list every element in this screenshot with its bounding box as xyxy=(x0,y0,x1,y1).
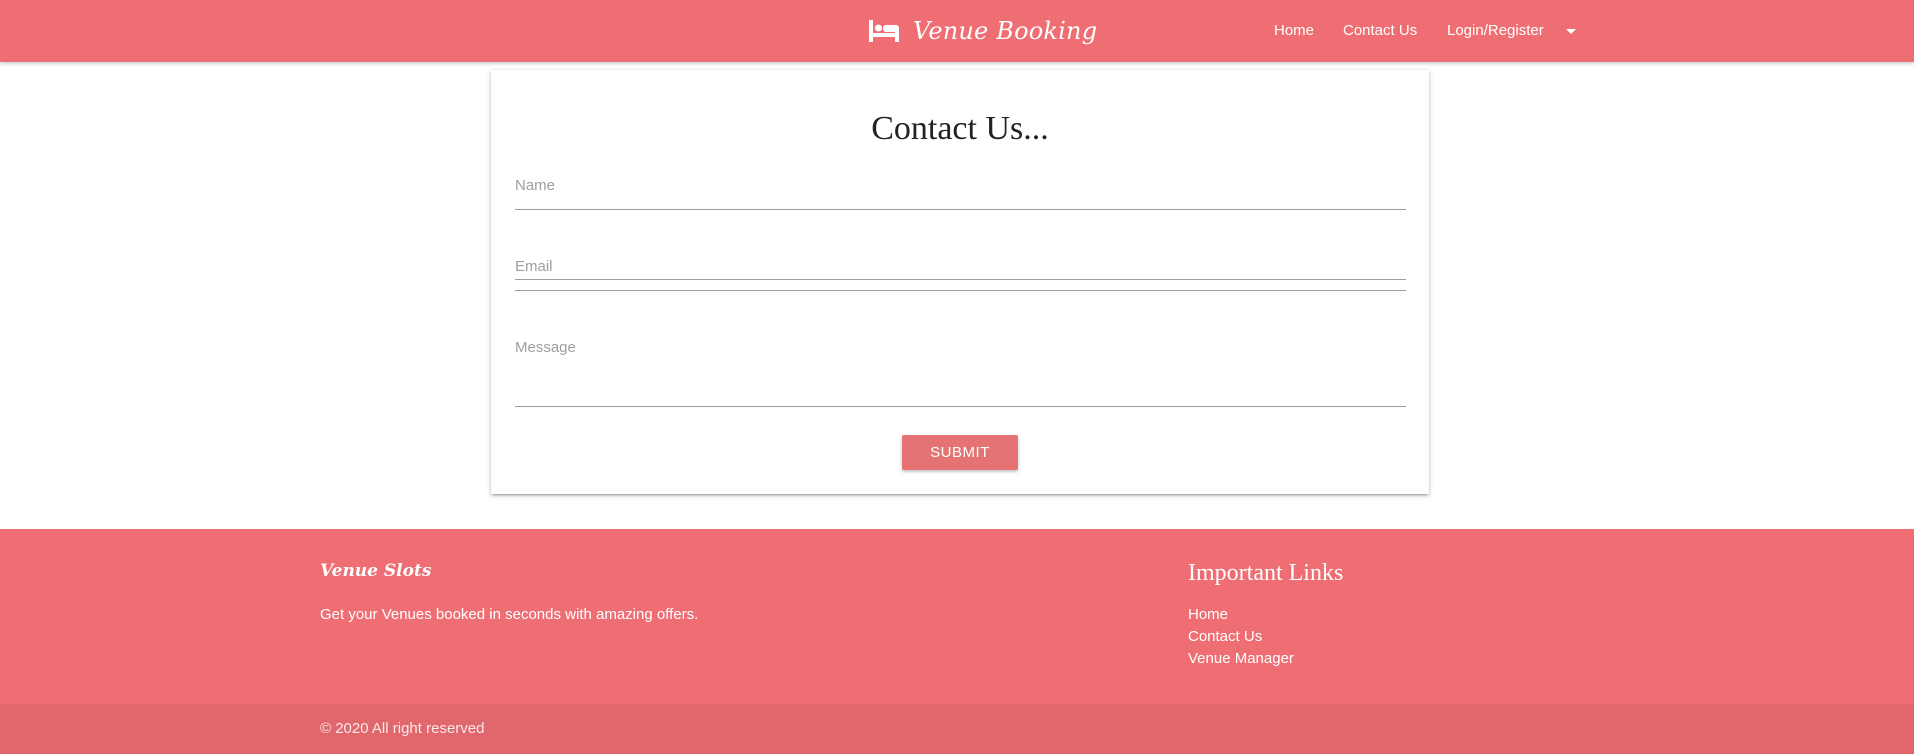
brand-title: Venue Booking xyxy=(913,17,1098,45)
email-input[interactable] xyxy=(515,266,1406,290)
copyright-text: © 2020 All right reserved xyxy=(320,720,485,737)
footer-link-venue-manager[interactable]: Venue Manager xyxy=(1188,650,1294,667)
top-navbar: Venue Booking Home Contact Us Login/Regi… xyxy=(0,0,1914,62)
brand-logo-link[interactable]: Venue Booking xyxy=(869,12,1097,50)
bed-icon xyxy=(869,20,899,42)
email-input-group: Email xyxy=(515,258,1406,291)
nav-link-contact-us[interactable]: Contact Us xyxy=(1343,22,1417,39)
footer-copyright-bar: © 2020 All right reserved xyxy=(0,704,1914,754)
nav-link-home[interactable]: Home xyxy=(1274,22,1314,39)
message-label: Message xyxy=(515,339,576,356)
name-input[interactable] xyxy=(515,185,1406,209)
footer-link-home[interactable]: Home xyxy=(1188,606,1228,623)
footer-brand: Venue Slots xyxy=(320,561,432,581)
submit-button[interactable]: SUBMIT xyxy=(902,435,1018,470)
message-input-group: Message xyxy=(515,339,1406,407)
nav-link-login-register[interactable]: Login/Register xyxy=(1447,22,1544,39)
page-footer: Venue Slots Get your Venues booked in se… xyxy=(0,529,1914,754)
important-links-heading: Important Links xyxy=(1188,560,1344,586)
footer-tagline: Get your Venues booked in seconds with a… xyxy=(320,606,699,623)
message-textarea[interactable] xyxy=(515,362,1406,406)
caret-down-icon[interactable] xyxy=(1566,29,1576,34)
name-input-group: Name xyxy=(515,177,1406,210)
footer-link-contact-us[interactable]: Contact Us xyxy=(1188,628,1262,645)
